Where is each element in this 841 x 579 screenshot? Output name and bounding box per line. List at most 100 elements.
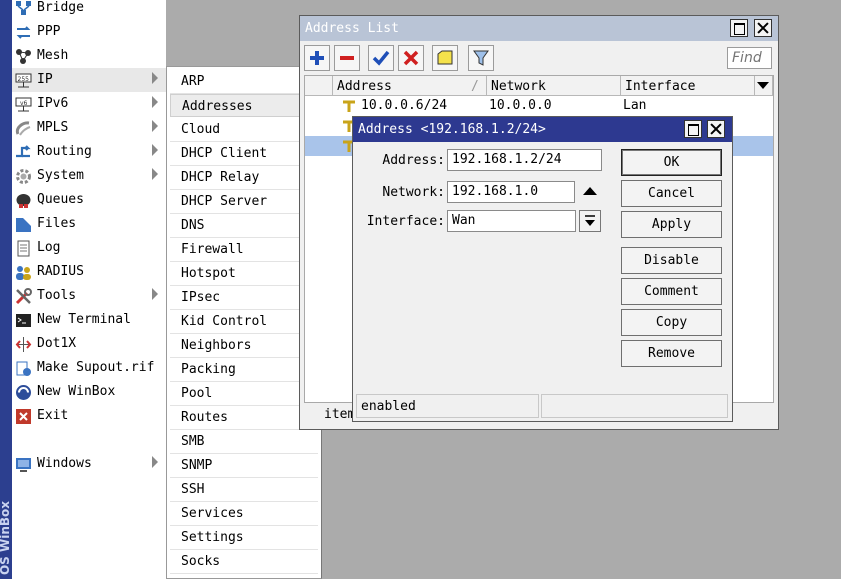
menu-item-new-terminal[interactable]: New Terminal bbox=[12, 308, 166, 332]
ipv6-icon: v6 bbox=[15, 97, 32, 112]
menu-item-label: RADIUS bbox=[37, 264, 84, 279]
column-header-blank[interactable] bbox=[305, 76, 333, 96]
mpls-icon bbox=[15, 121, 31, 136]
submenu-item-packing[interactable]: Packing bbox=[170, 358, 318, 382]
radius-users-icon bbox=[16, 266, 31, 280]
menu-item-label: Make Supout.rif bbox=[37, 360, 155, 375]
queues-icon bbox=[16, 194, 31, 208]
menu-item-exit[interactable]: Exit bbox=[12, 404, 166, 428]
enable-button[interactable] bbox=[368, 45, 394, 71]
remove-button[interactable]: Remove bbox=[621, 340, 722, 367]
interface-select[interactable]: Wan bbox=[447, 210, 576, 232]
dialog-titlebar[interactable]: Address <192.168.1.2/24> bbox=[353, 117, 732, 142]
submenu-item-label: DHCP Server bbox=[181, 194, 268, 209]
submenu-item-arp[interactable]: ARP bbox=[170, 70, 318, 94]
column-header-interface[interactable]: Interface bbox=[621, 76, 755, 96]
address-label: Address: bbox=[382, 153, 445, 168]
disable-button[interactable] bbox=[398, 45, 424, 71]
submenu-item-hotspot[interactable]: Hotspot bbox=[170, 262, 318, 286]
submenu-item-label: DNS bbox=[181, 218, 205, 233]
submenu-item-settings[interactable]: Settings bbox=[170, 526, 318, 550]
submenu-item-neighbors[interactable]: Neighbors bbox=[170, 334, 318, 358]
ok-button[interactable]: OK bbox=[621, 149, 722, 176]
filter-button[interactable] bbox=[468, 45, 494, 71]
submenu-item-routes[interactable]: Routes bbox=[170, 406, 318, 430]
submenu-item-dhcp-client[interactable]: DHCP Client bbox=[170, 142, 318, 166]
menu-item-bridge[interactable]: Bridge bbox=[12, 0, 166, 20]
interface-dropdown-button[interactable] bbox=[579, 210, 601, 232]
menu-item-make-supout[interactable]: Make Supout.rif bbox=[12, 356, 166, 380]
check-icon bbox=[372, 50, 390, 66]
system-gear-icon bbox=[16, 169, 31, 184]
close-button[interactable] bbox=[707, 120, 725, 138]
submenu-item-dns[interactable]: DNS bbox=[170, 214, 318, 238]
close-button[interactable] bbox=[754, 19, 772, 37]
network-toggle-up-icon[interactable] bbox=[583, 187, 597, 195]
submenu-item-socks[interactable]: Socks bbox=[170, 550, 318, 574]
submenu-item-services[interactable]: Services bbox=[170, 502, 318, 526]
submenu-item-label: Addresses bbox=[182, 99, 253, 114]
address-list-titlebar[interactable]: Address List bbox=[300, 16, 778, 41]
table-row[interactable]: 10.0.0.6/24 10.0.0.0 Lan bbox=[305, 96, 773, 116]
comment-button[interactable]: Comment bbox=[621, 278, 722, 305]
menu-item-queues[interactable]: Queues bbox=[12, 188, 166, 212]
menu-item-label: Queues bbox=[37, 192, 84, 207]
submenu-item-ssh[interactable]: SSH bbox=[170, 478, 318, 502]
winbox-brand-strip: OS WinBox bbox=[0, 0, 12, 579]
menu-item-ip[interactable]: 255 IP bbox=[12, 68, 166, 92]
address-input[interactable]: 192.168.1.2/24 bbox=[447, 149, 602, 171]
submenu-item-cloud[interactable]: Cloud bbox=[170, 118, 318, 142]
submenu-item-label: Services bbox=[181, 506, 244, 521]
submenu-item-addresses[interactable]: Addresses bbox=[170, 94, 318, 117]
submenu-item-firewall[interactable]: Firewall bbox=[170, 238, 318, 262]
menu-item-new-winbox[interactable]: New WinBox bbox=[12, 380, 166, 404]
add-button[interactable] bbox=[304, 45, 330, 71]
address-edit-dialog: Address <192.168.1.2/24> Address: 192.16… bbox=[352, 116, 733, 422]
copy-button[interactable]: Copy bbox=[621, 309, 722, 336]
terminal-icon bbox=[16, 314, 31, 327]
submenu-item-label: IPsec bbox=[181, 290, 221, 305]
menu-item-mpls[interactable]: MPLS bbox=[12, 116, 166, 140]
maximize-button[interactable] bbox=[684, 120, 702, 138]
maximize-button[interactable] bbox=[730, 19, 748, 37]
menu-item-log[interactable]: Log bbox=[12, 236, 166, 260]
menu-item-label: Windows bbox=[37, 456, 92, 471]
submenu-item-label: DHCP Relay bbox=[181, 170, 260, 185]
submenu-arrow-icon bbox=[152, 288, 158, 300]
comment-button[interactable] bbox=[432, 45, 458, 71]
menu-item-routing[interactable]: Routing bbox=[12, 140, 166, 164]
columns-dropdown-button[interactable] bbox=[755, 76, 773, 96]
submenu-item-dhcp-relay[interactable]: DHCP Relay bbox=[170, 166, 318, 190]
menu-item-label: PPP bbox=[37, 24, 61, 39]
submenu-item-pool[interactable]: Pool bbox=[170, 382, 318, 406]
apply-button[interactable]: Apply bbox=[621, 211, 722, 238]
remove-button[interactable] bbox=[334, 45, 360, 71]
column-header-label: Network bbox=[491, 79, 546, 94]
submenu-item-smb[interactable]: SMB bbox=[170, 430, 318, 454]
menu-item-dot1x[interactable]: Dot1X bbox=[12, 332, 166, 356]
submenu-item-label: Pool bbox=[181, 386, 213, 401]
x-icon bbox=[403, 50, 419, 66]
menu-item-system[interactable]: System bbox=[12, 164, 166, 188]
submenu-item-snmp[interactable]: SNMP bbox=[170, 454, 318, 478]
column-header-network[interactable]: Network bbox=[487, 76, 621, 96]
submenu-item-kid-control[interactable]: Kid Control bbox=[170, 310, 318, 334]
find-input[interactable] bbox=[727, 47, 772, 69]
menu-item-mesh[interactable]: Mesh bbox=[12, 44, 166, 68]
main-menu: Bridge PPP Mesh 255 IP v6 IPv6 MPLS Rout… bbox=[12, 0, 166, 579]
column-header-address[interactable]: Address / bbox=[333, 76, 487, 96]
menu-item-tools[interactable]: Tools bbox=[12, 284, 166, 308]
menu-item-radius[interactable]: RADIUS bbox=[12, 260, 166, 284]
chevron-down-icon bbox=[757, 82, 769, 89]
menu-item-ipv6[interactable]: v6 IPv6 bbox=[12, 92, 166, 116]
disable-button[interactable]: Disable bbox=[621, 247, 722, 274]
menu-item-label: IP bbox=[37, 72, 53, 87]
dot1x-icon bbox=[15, 337, 32, 352]
network-input[interactable]: 192.168.1.0 bbox=[447, 181, 575, 203]
menu-item-files[interactable]: Files bbox=[12, 212, 166, 236]
submenu-item-ipsec[interactable]: IPsec bbox=[170, 286, 318, 310]
cancel-button[interactable]: Cancel bbox=[621, 180, 722, 207]
menu-item-windows[interactable]: Windows bbox=[12, 452, 166, 476]
menu-item-ppp[interactable]: PPP bbox=[12, 20, 166, 44]
submenu-item-dhcp-server[interactable]: DHCP Server bbox=[170, 190, 318, 214]
